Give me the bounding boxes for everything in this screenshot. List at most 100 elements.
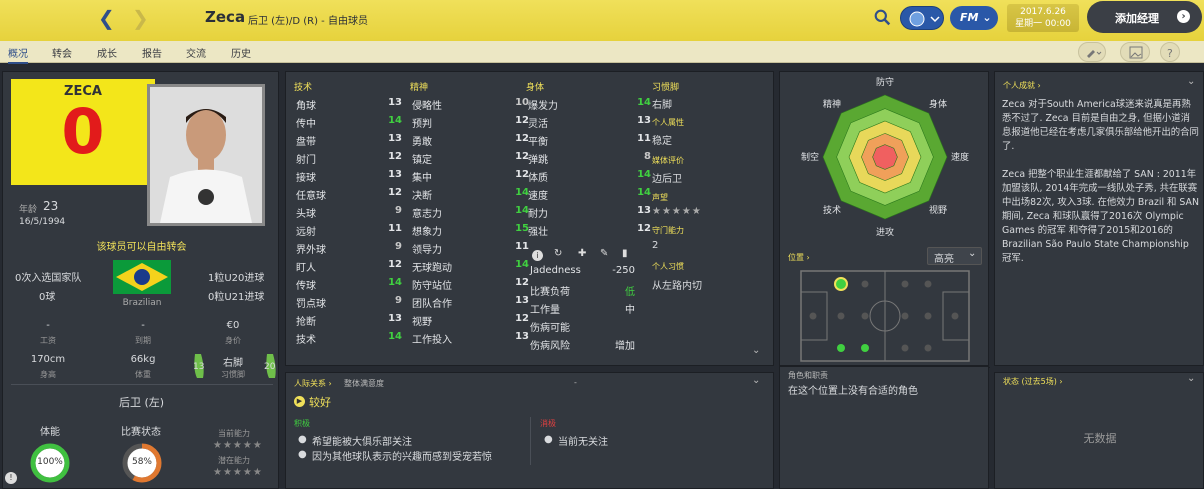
status-link[interactable]: 状态 (过去5场) › (1003, 376, 1063, 387)
bio-paragraph: Zeca 对于South America球迷来说真是再熟悉不过了. Zeca 目… (1002, 99, 1199, 152)
attribute-row: 接球 13 (296, 168, 406, 186)
help-icon[interactable]: ? (1160, 42, 1180, 62)
attribute-value: 14 (388, 277, 402, 288)
reputation-stars: ★★★★★ (652, 206, 702, 217)
chevron-down-icon[interactable]: ⌄ (1187, 373, 1195, 384)
relations-link[interactable]: 人际关系 › (294, 378, 332, 389)
attribute-name: 盘带 (296, 137, 316, 148)
no-data-text: 无数据 (1083, 432, 1117, 445)
goalkeeping-value: 2 (652, 240, 659, 251)
tab-reports[interactable]: 报告 (142, 45, 162, 60)
positive-item: 因为其他球队表示的兴趣而感到受宠若惊 (312, 452, 492, 463)
forward-icon[interactable]: ❯ (132, 6, 149, 30)
expiry-value: - (141, 320, 145, 331)
form-label: 比赛状态 (121, 427, 161, 438)
bandage-icon[interactable]: ✎ (600, 248, 608, 259)
mood-text: 较好 (309, 396, 331, 409)
radar-label: 防守 (876, 76, 894, 88)
mental-header: 精神 (410, 83, 429, 93)
attribute-name: 爆发力 (528, 101, 558, 112)
svg-text:?: ? (1167, 47, 1173, 60)
highlight-dropdown[interactable]: 高亮 ⌄ (927, 247, 982, 265)
attribute-value: 14 (637, 97, 651, 108)
bar-chart-icon[interactable]: ▮ (622, 248, 628, 259)
attribute-value: 11 (637, 133, 651, 144)
info-icon[interactable]: i (532, 250, 543, 261)
age-label: 年龄 (19, 205, 38, 215)
chevron-down-icon[interactable]: ⌄ (1187, 76, 1195, 87)
shirt-graphic: ZECA 0 (11, 79, 155, 185)
attribute-row: 弹跳 8 (528, 150, 651, 168)
transfer-note: 该球员可以自由转会 (96, 242, 187, 253)
position-link[interactable]: 位置 › (788, 252, 810, 263)
tab-interaction[interactable]: 交流 (186, 45, 206, 60)
tab-history[interactable]: 历史 (231, 45, 251, 60)
condition-value: 增加 (615, 341, 635, 352)
role-panel: 角色和职责 在这个位置上没有合适的角色 (779, 366, 989, 489)
attribute-row: 想象力 15 (412, 222, 529, 240)
physical-header: 身体 (526, 83, 545, 93)
attribute-row: 体质 14 (528, 168, 651, 186)
tab-development[interactable]: 成长 (97, 45, 117, 60)
role-text: 在这个位置上没有合适的角色 (788, 386, 918, 397)
attribute-value: 13 (515, 331, 529, 342)
tab-transfer[interactable]: 转会 (52, 45, 72, 60)
height-value: 170cm (30, 354, 66, 365)
image-icon[interactable] (1120, 42, 1150, 62)
chevron-down-icon[interactable]: ⌄ (752, 345, 760, 356)
info-icon[interactable]: ! (5, 472, 17, 484)
u21-goals: 0粒U21进球 (208, 292, 265, 303)
foot-label: 习惯脚 (221, 370, 245, 379)
attribute-row: 无球跑动 14 (412, 258, 529, 276)
satisfaction-dash: - (574, 378, 577, 387)
caps-text: 0次入选国家队 (15, 273, 82, 284)
chevron-down-icon[interactable]: ⌄ (752, 375, 760, 386)
chevron-down-icon: ⌄ (968, 248, 977, 259)
condition-name: Jadedness (530, 265, 581, 276)
date-text: 2017.6.26 (1020, 7, 1066, 17)
search-icon[interactable] (874, 9, 891, 26)
negative-item: 当前无关注 (558, 437, 608, 448)
attributes-panel: 技术 精神 身体 习惯脚 角球 13 传中 14 盘带 13 射门 12 接球 13 任意球 12 头球… (285, 71, 774, 366)
edit-icon[interactable] (1078, 42, 1106, 62)
bullet: ● (298, 449, 307, 460)
date-button[interactable]: 2017.6.26 星期一 00:00 (1007, 4, 1079, 32)
habit-value: 从左路内切 (652, 281, 702, 292)
satisfaction-header: 整体满意度 (344, 379, 384, 388)
achievements-link[interactable]: 个人成就 › (1003, 80, 1041, 91)
attribute-value: 8 (644, 151, 651, 162)
attribute-name: 远射 (296, 227, 316, 238)
globe-icon[interactable] (900, 6, 944, 30)
radar-label: 速度 (951, 151, 969, 163)
attribute-row: 视野 12 (412, 312, 529, 330)
relations-panel: 人际关系 › 整体满意度 - ⌄ ▶ 较好 积极 ● 希望能被大俱乐部关注 ● … (285, 372, 774, 489)
status-panel: 状态 (过去5场) › ⌄ 无数据 (994, 372, 1204, 489)
add-manager-label: 添加经理 (1115, 12, 1159, 25)
tab-overview[interactable]: 概况 (8, 45, 28, 64)
medical-icon[interactable]: ✚ (578, 248, 586, 259)
condition-name: 工作量 (530, 305, 560, 316)
potential-ability-stars: ★★★★★ (213, 467, 263, 478)
attribute-value: 13 (388, 169, 402, 180)
attribute-value: 12 (388, 151, 402, 162)
attribute-row: 侵略性 10 (412, 96, 529, 114)
reputation-header: 声望 (652, 193, 668, 202)
attribute-name: 强壮 (528, 227, 548, 238)
foot-header: 习惯脚 (652, 83, 680, 93)
refresh-icon[interactable]: ↻ (554, 248, 562, 259)
attribute-row: 防守站位 12 (412, 276, 529, 294)
add-manager-button[interactable]: 添加经理 › (1087, 1, 1202, 33)
divider (11, 384, 273, 385)
habits-header: 个人习惯 (652, 262, 684, 271)
attribute-name: 角球 (296, 101, 316, 112)
back-icon[interactable]: ❮ (98, 6, 115, 30)
fm-menu-button[interactable]: FM ⌄ (950, 6, 998, 30)
condition-name: 伤病可能 (530, 323, 570, 334)
wage-label: 工资 (40, 336, 56, 345)
attribute-row: 角球 13 (296, 96, 406, 114)
attribute-row: 爆发力 14 (528, 96, 651, 114)
attribute-value: 12 (515, 169, 529, 180)
attribute-value: 12 (515, 313, 529, 324)
brazil-flag-icon (113, 260, 171, 294)
goalkeeping-header: 守门能力 (652, 226, 684, 235)
